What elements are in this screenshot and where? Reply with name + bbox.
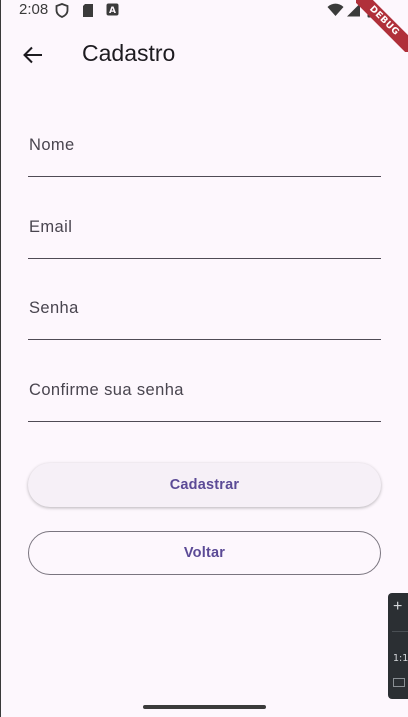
register-button[interactable]: Cadastrar <box>28 463 381 507</box>
gesture-bar[interactable] <box>143 705 266 709</box>
confirm-password-input[interactable] <box>28 371 381 421</box>
email-field[interactable]: Email <box>28 208 381 259</box>
name-input[interactable] <box>28 126 381 176</box>
confirm-password-field[interactable]: Confirme sua senha <box>28 371 381 422</box>
page-title: Cadastro <box>82 40 176 66</box>
a-icon: A <box>106 3 119 21</box>
window-edge <box>0 0 1 717</box>
shield-icon <box>55 3 69 23</box>
side-toolbar: + 1:1 <box>388 593 408 699</box>
back-button[interactable] <box>13 35 53 75</box>
wifi-icon <box>327 3 344 22</box>
back-text-button[interactable]: Voltar <box>28 531 381 575</box>
email-input[interactable] <box>28 208 381 258</box>
sd-card-icon <box>82 3 94 23</box>
register-button-label: Cadastrar <box>169 477 240 493</box>
name-field[interactable]: Nome <box>28 126 381 177</box>
password-field[interactable]: Senha <box>28 289 381 340</box>
zoom-in-icon[interactable]: + <box>393 599 402 615</box>
aspect-ratio-label[interactable]: 1:1 <box>393 653 408 664</box>
status-bar: 2:08 A <box>0 0 408 22</box>
status-time: 2:08 <box>19 1 49 18</box>
app-bar: Cadastro <box>0 22 408 86</box>
password-input[interactable] <box>28 289 381 339</box>
back-text-button-label: Voltar <box>183 545 226 561</box>
screenshot-icon[interactable] <box>393 678 405 687</box>
arrow-back-icon <box>23 46 42 64</box>
svg-text:A: A <box>109 6 116 16</box>
toolbar-divider <box>392 631 408 632</box>
